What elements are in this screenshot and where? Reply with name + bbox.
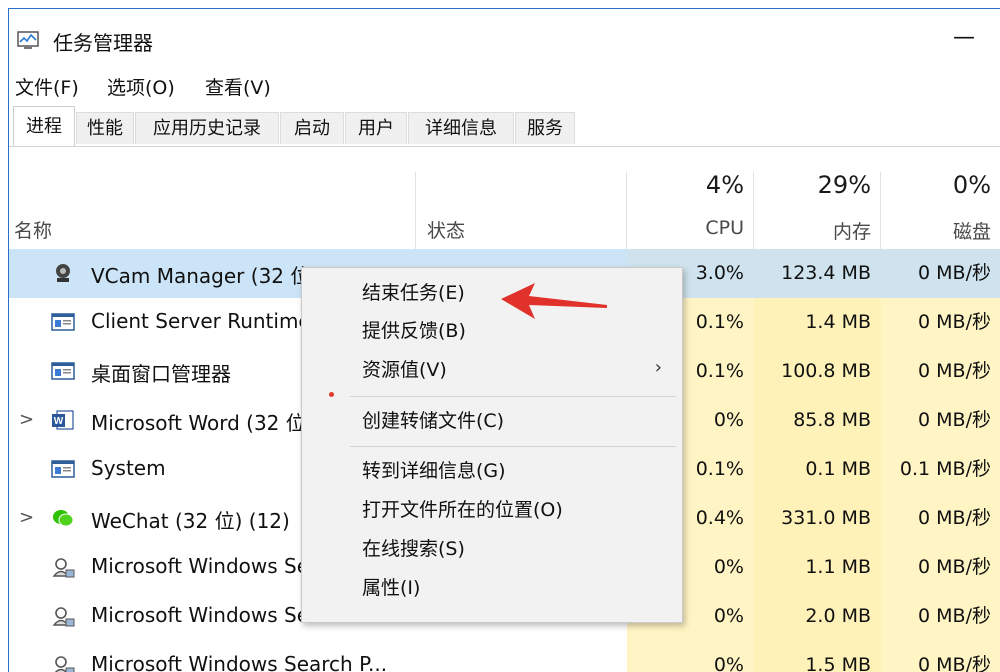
tab-performance[interactable]: 性能 bbox=[76, 112, 134, 144]
search-service-icon bbox=[51, 654, 75, 672]
ctx-open-file-location[interactable]: 打开文件所在的位置(O) bbox=[302, 489, 682, 527]
column-header-name[interactable]: 名称 bbox=[14, 216, 52, 243]
disk-cell: 0 MB/秒 bbox=[881, 543, 1000, 592]
ctx-properties[interactable]: 属性(I) bbox=[302, 567, 682, 605]
column-header-disk[interactable]: 0% 磁盘 bbox=[881, 147, 1000, 247]
disk-cell: 0 MB/秒 bbox=[881, 249, 1000, 298]
context-menu: 结束任务(E) 提供反馈(B) 资源值(V) › 创建转储文件(C) 转到详细信… bbox=[301, 267, 683, 623]
column-header-memory[interactable]: 29% 内存 bbox=[754, 147, 881, 247]
svg-text:W: W bbox=[54, 416, 64, 427]
disk-cell: 0 MB/秒 bbox=[881, 347, 1000, 396]
menu-file[interactable]: 文件(F) bbox=[15, 73, 79, 100]
task-manager-window: 任务管理器 — 文件(F) 选项(O) 查看(V) 进程 性能 应用历史记录 启… bbox=[8, 8, 1000, 672]
memory-cell: 123.4 MB bbox=[754, 249, 881, 298]
memory-cell: 1.1 MB bbox=[754, 543, 881, 592]
memory-cell: 100.8 MB bbox=[754, 347, 881, 396]
memory-cell: 331.0 MB bbox=[754, 494, 881, 543]
tab-app-history[interactable]: 应用历史记录 bbox=[135, 112, 279, 144]
ctx-item-label: 资源值(V) bbox=[362, 359, 447, 381]
menu-options[interactable]: 选项(O) bbox=[107, 73, 175, 100]
red-arrow-annotation bbox=[501, 283, 607, 319]
ctx-item-label: 结束任务(E) bbox=[362, 282, 465, 304]
title-bar: 任务管理器 — bbox=[9, 9, 1000, 69]
chevron-right-icon[interactable]: > bbox=[19, 409, 34, 430]
chevron-right-icon[interactable]: > bbox=[19, 507, 34, 528]
disk-total-percent: 0% bbox=[952, 171, 991, 199]
ctx-end-task[interactable]: 结束任务(E) bbox=[302, 272, 682, 310]
red-dot-marker bbox=[329, 392, 334, 397]
process-name: Microsoft Windows Search P... bbox=[91, 652, 388, 672]
column-divider[interactable] bbox=[415, 172, 416, 249]
word-icon: W bbox=[51, 409, 75, 431]
cpu-label: CPU bbox=[705, 217, 744, 239]
tab-services[interactable]: 服务 bbox=[515, 112, 575, 144]
tab-users[interactable]: 用户 bbox=[345, 112, 407, 144]
disk-cell: 0 MB/秒 bbox=[881, 396, 1000, 445]
cpu-cell: 0% bbox=[627, 641, 754, 672]
ctx-go-to-details[interactable]: 转到详细信息(G) bbox=[302, 450, 682, 488]
ctx-item-label: 提供反馈(B) bbox=[362, 320, 466, 342]
memory-cell: 1.5 MB bbox=[754, 641, 881, 672]
search-service-icon bbox=[51, 556, 75, 578]
ctx-feedback[interactable]: 提供反馈(B) bbox=[302, 310, 682, 348]
ctx-item-label: 属性(I) bbox=[362, 577, 421, 599]
webcam-icon bbox=[51, 262, 75, 284]
wechat-icon bbox=[51, 507, 75, 529]
tab-startup[interactable]: 启动 bbox=[280, 112, 344, 144]
tab-processes[interactable]: 进程 bbox=[13, 106, 75, 146]
ctx-item-label: 转到详细信息(G) bbox=[362, 460, 506, 482]
arrow-shape bbox=[501, 283, 607, 319]
system-window-icon bbox=[51, 311, 75, 333]
memory-cell: 1.4 MB bbox=[754, 298, 881, 347]
disk-label: 磁盘 bbox=[952, 221, 991, 243]
column-header-cpu[interactable]: 4% CPU bbox=[627, 147, 754, 247]
chevron-right-icon: › bbox=[654, 357, 662, 378]
column-header-status[interactable]: 状态 bbox=[427, 216, 465, 243]
process-name: System bbox=[91, 456, 166, 480]
ctx-item-label: 创建转储文件(C) bbox=[362, 410, 505, 432]
process-name: VCam Manager (32 位) bbox=[91, 264, 319, 288]
disk-cell: 0 MB/秒 bbox=[881, 298, 1000, 347]
process-row[interactable]: Microsoft Windows Search P... 0% 1.5 MB 0 M… bbox=[9, 641, 1000, 672]
cpu-total-percent: 4% bbox=[705, 171, 744, 199]
disk-cell: 0 MB/秒 bbox=[881, 592, 1000, 641]
menu-view[interactable]: 查看(V) bbox=[205, 73, 271, 100]
memory-label: 内存 bbox=[832, 221, 871, 243]
disk-cell: 0.1 MB/秒 bbox=[881, 445, 1000, 494]
ctx-item-label: 在线搜索(S) bbox=[362, 538, 465, 560]
minimize-button[interactable]: — bbox=[949, 25, 979, 50]
ctx-create-dump[interactable]: 创建转储文件(C) bbox=[302, 400, 682, 438]
ctx-separator bbox=[350, 446, 676, 447]
memory-cell: 0.1 MB bbox=[754, 445, 881, 494]
disk-cell: 0 MB/秒 bbox=[881, 641, 1000, 672]
window-title: 任务管理器 bbox=[53, 31, 153, 55]
disk-cell: 0 MB/秒 bbox=[881, 494, 1000, 543]
ctx-item-label: 打开文件所在的位置(O) bbox=[362, 499, 563, 521]
ctx-resource-values[interactable]: 资源值(V) › bbox=[302, 349, 682, 387]
ctx-separator bbox=[350, 396, 676, 397]
memory-cell: 85.8 MB bbox=[754, 396, 881, 445]
memory-total-percent: 29% bbox=[817, 171, 871, 199]
system-window-icon bbox=[51, 458, 75, 480]
system-window-icon bbox=[51, 360, 75, 382]
ctx-search-online[interactable]: 在线搜索(S) bbox=[302, 528, 682, 566]
name-cell: Microsoft Windows Search P... bbox=[9, 641, 627, 672]
process-name: Microsoft Word (32 位) bbox=[91, 411, 314, 435]
search-service-icon bbox=[51, 605, 75, 627]
task-manager-icon bbox=[17, 31, 39, 49]
memory-cell: 2.0 MB bbox=[754, 592, 881, 641]
menu-bar: 文件(F) 选项(O) 查看(V) bbox=[9, 69, 1000, 99]
process-name: 桌面窗口管理器 bbox=[91, 362, 231, 386]
process-name: WeChat (32 位) (12) bbox=[91, 509, 290, 533]
tab-details[interactable]: 详细信息 bbox=[408, 112, 514, 144]
